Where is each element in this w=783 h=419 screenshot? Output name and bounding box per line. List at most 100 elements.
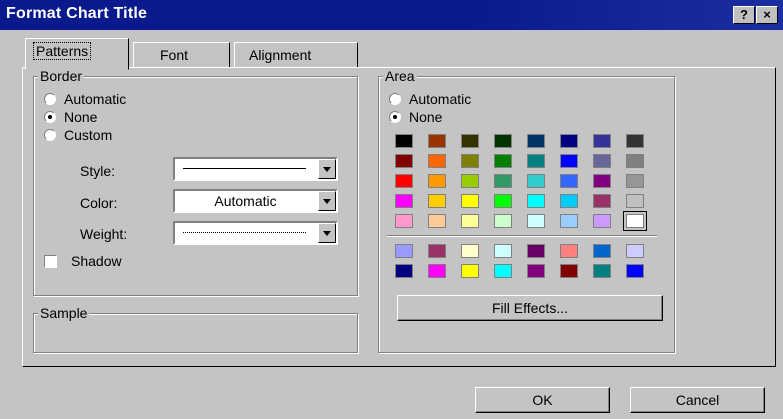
color-swatch[interactable] [593, 214, 611, 228]
color-swatch[interactable] [626, 244, 644, 258]
radio-selected-icon [44, 111, 56, 123]
tab-alignment[interactable]: Alignment [234, 42, 358, 68]
color-swatch[interactable] [593, 244, 611, 258]
color-value: Automatic [214, 193, 277, 209]
color-swatch[interactable] [494, 244, 512, 258]
border-group: Border Automatic None Custom Style: Colo… [33, 68, 358, 296]
color-swatch[interactable] [494, 134, 512, 148]
color-swatch[interactable] [626, 134, 644, 148]
color-swatch[interactable] [623, 211, 647, 231]
color-swatch[interactable] [527, 244, 545, 258]
color-swatch[interactable] [593, 134, 611, 148]
weight-dropdown[interactable] [173, 221, 338, 245]
hairline-weight-preview [183, 232, 306, 233]
ok-button[interactable]: OK [475, 387, 610, 413]
dialog-body: Patterns Font Alignment Border Automatic… [0, 30, 783, 419]
color-swatch[interactable] [527, 194, 545, 208]
color-swatch[interactable] [626, 264, 644, 278]
color-swatch[interactable] [395, 194, 413, 208]
area-none-radio[interactable]: None [389, 109, 442, 125]
radio-selected-icon [389, 111, 401, 123]
color-swatch[interactable] [428, 214, 446, 228]
title-bar: Format Chart Title ? × [0, 0, 783, 30]
color-label: Color: [80, 195, 118, 211]
shadow-checkbox[interactable]: Shadow [44, 253, 122, 269]
chevron-down-icon[interactable] [318, 223, 336, 243]
color-swatch[interactable] [461, 174, 479, 188]
shadow-label: Shadow [71, 253, 122, 269]
color-swatch[interactable] [593, 154, 611, 168]
close-button[interactable]: × [756, 6, 778, 24]
cancel-button[interactable]: Cancel [630, 387, 765, 413]
color-swatch[interactable] [395, 264, 413, 278]
color-dropdown[interactable]: Automatic [173, 189, 338, 213]
border-group-label: Border [38, 68, 85, 84]
sample-group-label: Sample [38, 305, 90, 321]
color-swatch[interactable] [626, 194, 644, 208]
chevron-down-icon[interactable] [318, 159, 336, 179]
border-automatic-radio[interactable]: Automatic [44, 91, 126, 107]
color-swatch[interactable] [527, 214, 545, 228]
color-swatch[interactable] [527, 134, 545, 148]
color-swatch[interactable] [461, 264, 479, 278]
border-custom-radio[interactable]: Custom [44, 127, 112, 143]
color-swatch[interactable] [428, 134, 446, 148]
radio-icon [44, 129, 56, 141]
color-swatch[interactable] [461, 214, 479, 228]
area-none-label: None [409, 109, 443, 125]
color-swatch[interactable] [560, 134, 578, 148]
color-swatch[interactable] [527, 174, 545, 188]
color-swatch[interactable] [560, 154, 578, 168]
color-swatch[interactable] [461, 154, 479, 168]
tab-alignment-label: Alignment [249, 47, 312, 63]
color-swatch[interactable] [395, 214, 413, 228]
color-swatch[interactable] [395, 244, 413, 258]
color-swatch[interactable] [494, 174, 512, 188]
color-swatch[interactable] [494, 154, 512, 168]
color-swatch[interactable] [461, 244, 479, 258]
border-automatic-label: Automatic [64, 91, 127, 107]
color-swatch[interactable] [527, 154, 545, 168]
color-swatch[interactable] [593, 264, 611, 278]
color-swatch[interactable] [428, 174, 446, 188]
color-swatch[interactable] [560, 174, 578, 188]
color-swatch[interactable] [626, 174, 644, 188]
area-group: Area Automatic None Fill Effects... [378, 68, 675, 353]
color-swatch[interactable] [593, 174, 611, 188]
color-swatch[interactable] [428, 194, 446, 208]
help-button[interactable]: ? [733, 6, 755, 24]
color-swatch[interactable] [395, 134, 413, 148]
color-swatch[interactable] [593, 194, 611, 208]
color-swatch[interactable] [560, 194, 578, 208]
border-none-radio[interactable]: None [44, 109, 97, 125]
area-group-label: Area [383, 68, 417, 84]
palette-separator [387, 235, 657, 237]
color-swatch[interactable] [395, 174, 413, 188]
checkbox-icon [44, 254, 57, 268]
fill-effects-button[interactable]: Fill Effects... [397, 295, 663, 321]
color-swatch[interactable] [461, 194, 479, 208]
color-swatch[interactable] [560, 214, 578, 228]
color-swatch[interactable] [461, 134, 479, 148]
color-swatch[interactable] [428, 264, 446, 278]
radio-icon [44, 93, 56, 105]
color-swatch[interactable] [626, 154, 644, 168]
tab-patterns[interactable]: Patterns [25, 38, 129, 70]
style-dropdown[interactable] [173, 157, 338, 181]
style-label: Style: [80, 163, 116, 179]
color-swatch[interactable] [428, 154, 446, 168]
color-swatch[interactable] [494, 264, 512, 278]
color-swatch[interactable] [395, 154, 413, 168]
tab-font-label: Font [160, 47, 189, 63]
color-swatch[interactable] [527, 264, 545, 278]
color-swatch[interactable] [494, 214, 512, 228]
area-automatic-radio[interactable]: Automatic [389, 91, 471, 107]
color-swatch[interactable] [560, 264, 578, 278]
chevron-down-icon[interactable] [318, 191, 336, 211]
patterns-panel: Border Automatic None Custom Style: Colo… [22, 67, 776, 367]
color-swatch[interactable] [428, 244, 446, 258]
color-swatch[interactable] [560, 244, 578, 258]
color-swatch[interactable] [494, 194, 512, 208]
tab-font[interactable]: Font [133, 42, 230, 68]
area-automatic-label: Automatic [409, 91, 472, 107]
